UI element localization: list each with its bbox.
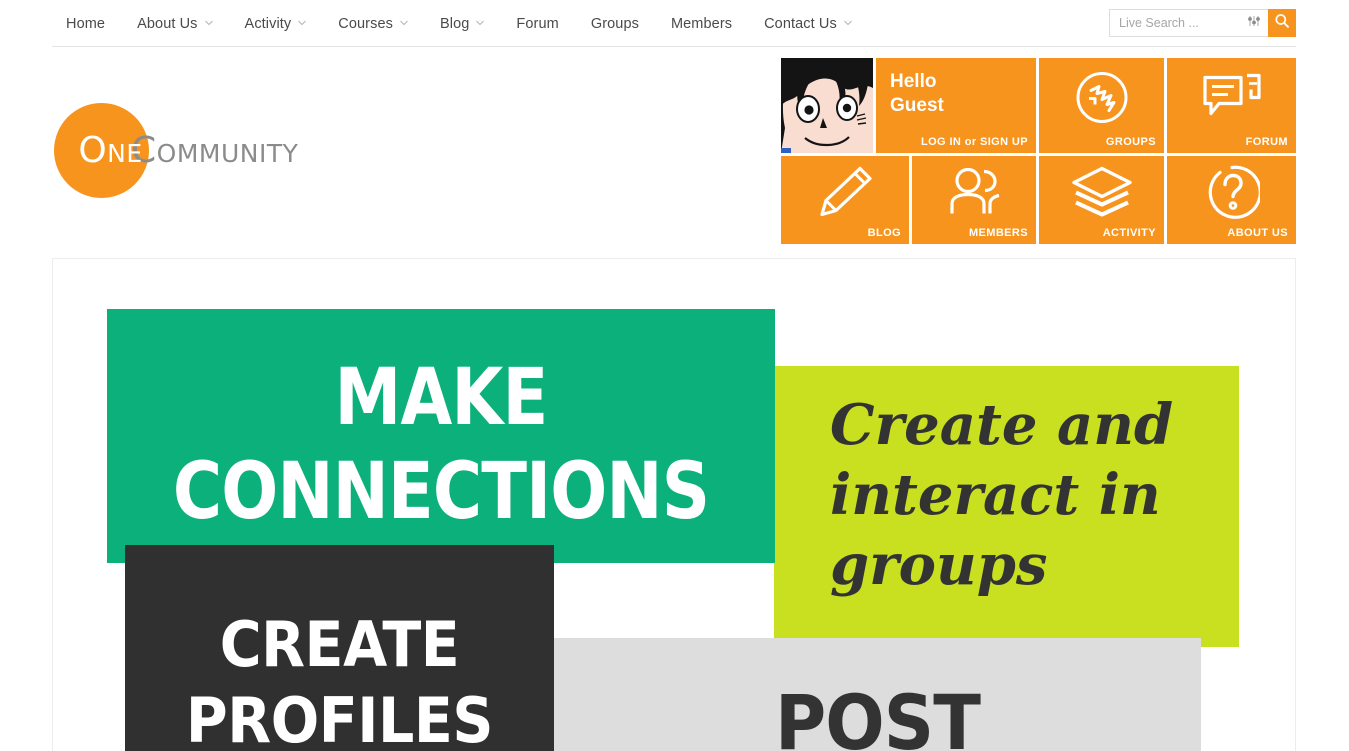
tile-groups[interactable]: GROUPS (1039, 58, 1164, 153)
search-submit-button[interactable] (1268, 9, 1296, 37)
nav-item-label: Home (66, 15, 106, 32)
nav-item-label: Groups (590, 15, 639, 32)
nav-item-activity[interactable]: Activity (229, 0, 323, 47)
hero-make-line-1: MAKE (334, 353, 548, 443)
chevron-down-icon (476, 19, 485, 27)
hero-profiles-line-2: PROFILES (185, 684, 494, 751)
hero-panel-make-connections[interactable]: MAKE CONNECTIONS (107, 309, 775, 563)
content-container: MAKE CONNECTIONS Create and interact in … (52, 258, 1296, 751)
greeting-line-1: Hello (890, 71, 937, 92)
nav-item-groups[interactable]: Groups (575, 0, 655, 47)
search-filter-button[interactable] (1240, 9, 1268, 37)
greeting-line-2: Guest (890, 95, 944, 116)
top-bar: Home About Us Activity Courses Blog Foru… (0, 0, 1349, 48)
tile-label-login-signup: LOG IN or SIGN UP (920, 136, 1028, 148)
nav-item-blog[interactable]: Blog (424, 0, 500, 47)
chat-bubbles-icon (1201, 71, 1263, 128)
tile-login-signup[interactable]: Hello Guest LOG IN or SIGN UP (876, 58, 1036, 153)
tile-activity[interactable]: ACTIVITY (1039, 156, 1164, 244)
layers-icon (1071, 166, 1133, 223)
tile-label-forum: FORUM (1245, 136, 1288, 148)
nav-item-label: Members (670, 15, 733, 32)
chevron-down-icon (298, 19, 307, 27)
nav-item-label: Blog (439, 15, 470, 32)
chevron-down-icon (204, 19, 213, 27)
nav-item-courses[interactable]: Courses (322, 0, 424, 47)
quick-links-tile-grid: Hello Guest LOG IN or SIGN UP GROUPS FOR… (781, 58, 1296, 244)
logo-word-one: One (78, 130, 143, 171)
hero-panel-create-groups[interactable]: Create and interact in groups (774, 366, 1239, 647)
tile-members[interactable]: MEMBERS (912, 156, 1036, 244)
top-bar-inner: Home About Us Activity Courses Blog Foru… (52, 0, 1296, 47)
hero-make-connections-text: MAKE CONNECTIONS (154, 351, 728, 539)
tile-about-us[interactable]: ABOUT US (1167, 156, 1296, 244)
tile-label-members: MEMBERS (968, 227, 1028, 239)
chevron-down-icon (400, 19, 408, 27)
hero-make-line-2: CONNECTIONS (172, 447, 710, 537)
nav-item-about-us[interactable]: About Us (121, 0, 228, 47)
search-input[interactable] (1109, 9, 1240, 37)
nav-item-members[interactable]: Members (655, 0, 748, 47)
globe-icon (1073, 68, 1131, 131)
nav-item-label: Contact Us (764, 15, 837, 32)
search-icon (1274, 13, 1290, 34)
hero-post-text: POST (774, 678, 981, 751)
hero-profiles-line-1: CREATE (219, 608, 460, 681)
hero-panel-post[interactable]: POST (554, 638, 1201, 751)
tile-label-activity: ACTIVITY (1102, 227, 1156, 239)
sliders-icon (1247, 14, 1261, 33)
nav-item-label: Activity (244, 15, 292, 32)
tile-label-about-us: ABOUT US (1227, 227, 1288, 239)
avatar[interactable] (781, 58, 873, 153)
live-search (1109, 9, 1296, 37)
nav-item-label: Courses (338, 15, 393, 32)
logo-word-community: Community (131, 130, 299, 171)
tile-label-groups: GROUPS (1105, 136, 1156, 148)
hero-create-profiles-text: CREATE PROFILES (142, 607, 537, 751)
hero-panel-create-profiles[interactable]: CREATE PROFILES (125, 545, 554, 751)
tile-blog[interactable]: BLOG (781, 156, 909, 244)
question-mark-circle-icon (1204, 164, 1262, 225)
tile-forum[interactable]: FORUM (1167, 58, 1296, 153)
pencil-icon (816, 164, 874, 225)
main-navigation: Home About Us Activity Courses Blog Foru… (52, 0, 868, 47)
greeting-text: Hello Guest (890, 70, 944, 118)
nav-item-label: Forum (516, 15, 559, 32)
nav-item-home[interactable]: Home (52, 0, 121, 47)
user-avatar-cartoon-icon (781, 58, 873, 153)
hero-create-groups-text: Create and interact in groups (830, 392, 1174, 598)
nav-item-label: About Us (137, 15, 198, 32)
nav-item-forum[interactable]: Forum (500, 0, 574, 47)
tile-label-blog: BLOG (867, 227, 901, 239)
logo-circle: One (54, 103, 149, 198)
chevron-down-icon (843, 19, 852, 27)
people-icon (945, 165, 1003, 224)
nav-item-contact-us[interactable]: Contact Us (748, 0, 868, 47)
site-logo[interactable]: One Community (54, 103, 298, 198)
